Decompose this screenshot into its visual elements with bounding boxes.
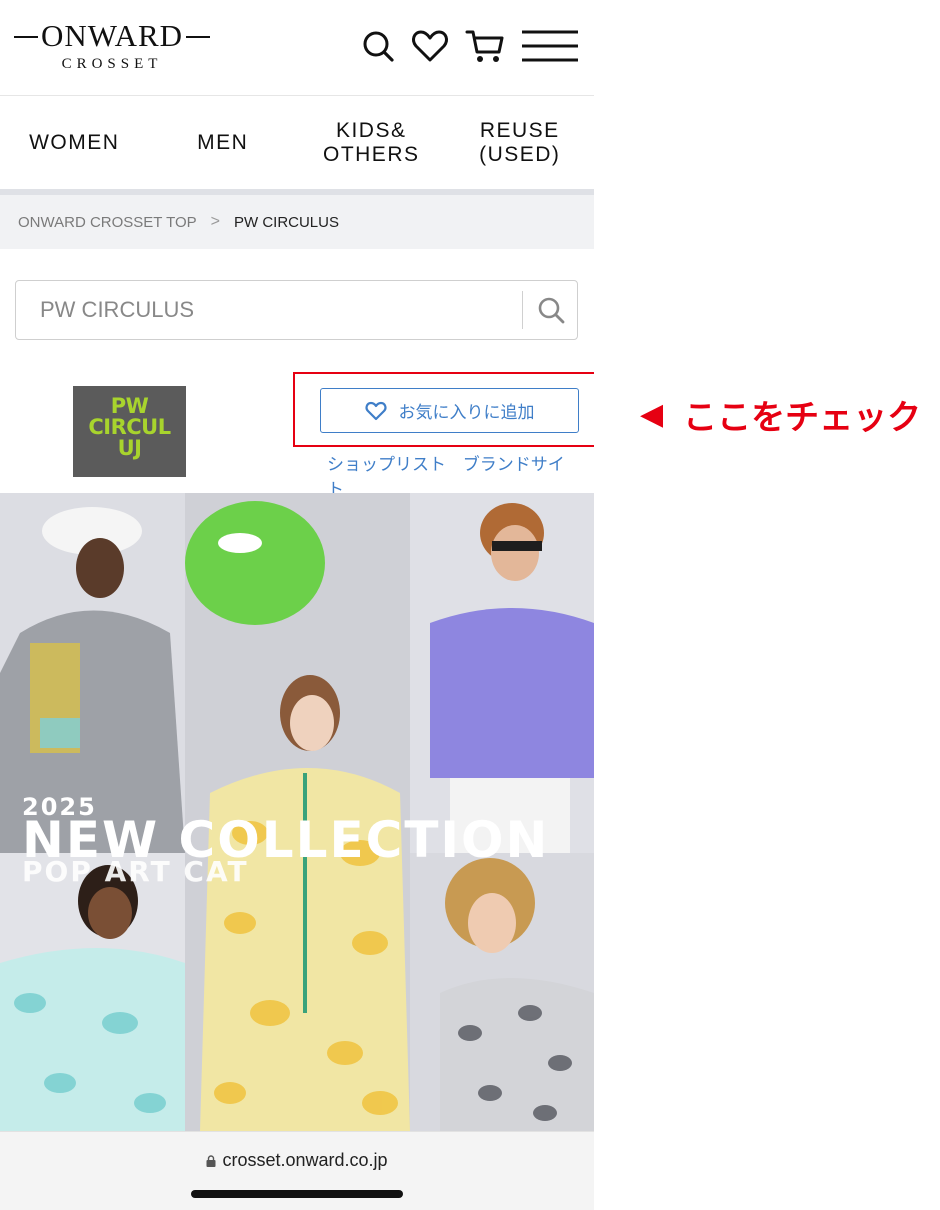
category-reuse-used[interactable]: REUSE (USED) — [446, 97, 595, 189]
annotation-callout: ◀ ここをチェック — [640, 392, 922, 438]
hero-banner[interactable]: 2025 NEW COLLECTION POP ART CAT — [0, 493, 594, 1131]
add-to-favorites-label: お気に入りに追加 — [398, 403, 535, 422]
left-arrow-icon: ◀ — [640, 396, 664, 432]
category-nav: WOMEN MEN KIDS& OTHERS REUSE (USED) — [0, 97, 594, 189]
add-to-favorites-button[interactable]: お気に入りに追加 — [320, 388, 579, 433]
brand-logo: PW CIRCUL UJ — [73, 386, 186, 477]
phone-screen: ONWARD CROSSET WOMEN MEN KIDS& OTHERS RE… — [0, 0, 594, 1210]
search-button-icon[interactable] — [536, 295, 566, 325]
heart-outline-icon — [364, 401, 387, 420]
lock-icon — [206, 1155, 216, 1167]
hero-subtitle: POP ART CAT — [22, 855, 249, 888]
breadcrumb-current: PW CIRCULUS — [233, 213, 339, 231]
url-text: crosset.onward.co.jp — [222, 1150, 388, 1170]
breadcrumb-top-link[interactable]: ONWARD CROSSET TOP — [18, 214, 197, 231]
logo-line-right — [186, 36, 210, 38]
category-women[interactable]: WOMEN — [0, 97, 149, 189]
category-men[interactable]: MEN — [149, 97, 298, 189]
heart-icon[interactable] — [410, 26, 450, 66]
breadcrumb: ONWARD CROSSET TOP > PW CIRCULUS — [0, 195, 594, 249]
cart-icon[interactable] — [465, 26, 505, 66]
search-input[interactable] — [16, 281, 521, 338]
shop-list-link[interactable]: ショップリスト — [327, 455, 446, 474]
address-bar[interactable]: crosset.onward.co.jp — [0, 1150, 594, 1171]
brand-logo-text: PW CIRCUL UJ — [88, 394, 171, 460]
search-icon[interactable] — [358, 26, 398, 66]
brand-search-box — [15, 280, 578, 340]
logo-subtitle: CROSSET — [61, 56, 163, 72]
search-divider — [522, 291, 523, 329]
category-kids-others[interactable]: KIDS& OTHERS — [297, 97, 446, 189]
logo-wordmark: ONWARD — [40, 18, 184, 53]
site-header: ONWARD CROSSET — [0, 0, 594, 96]
home-indicator — [191, 1190, 403, 1198]
annotation-text: ここをチェック — [683, 397, 922, 438]
browser-bottom-bar: crosset.onward.co.jp — [0, 1131, 594, 1210]
menu-icon[interactable] — [520, 26, 580, 66]
site-logo[interactable]: ONWARD CROSSET — [14, 18, 210, 76]
chevron-right-icon: > — [210, 213, 220, 230]
